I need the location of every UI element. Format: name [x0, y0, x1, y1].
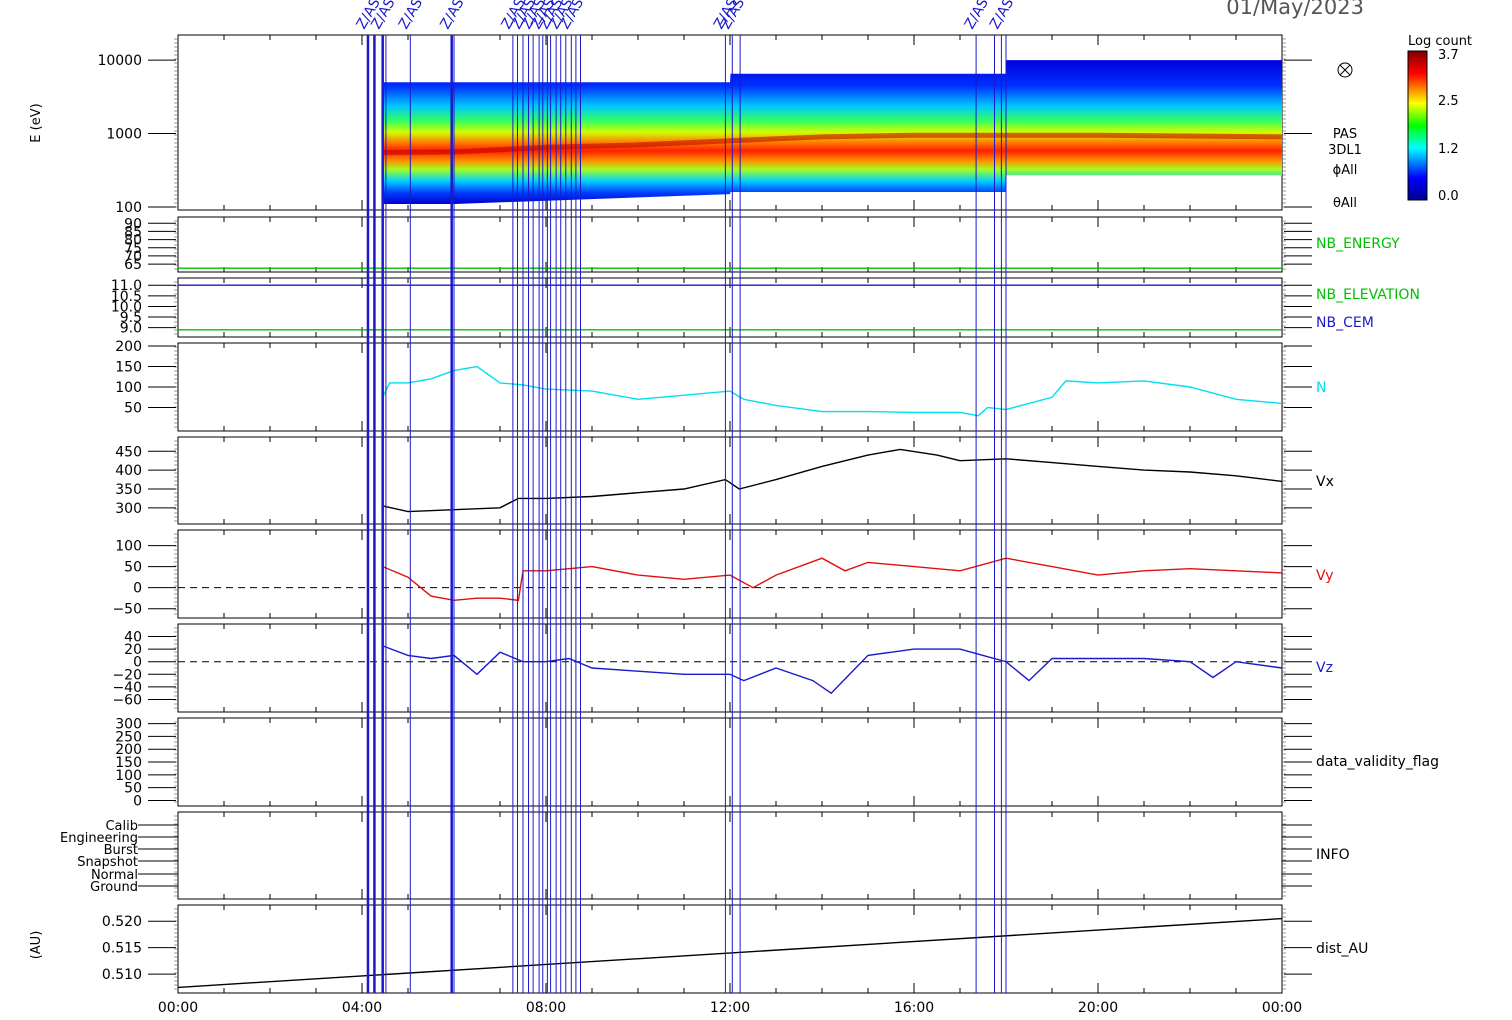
spectrogram-side-labels: PAS 3DL1 ϕAll θAll — [1328, 62, 1362, 211]
colorbar-title: Log count — [1408, 34, 1472, 49]
time-tick-label: 20:00 — [1078, 1000, 1118, 1016]
y-tick-label: 100 — [115, 200, 142, 216]
instrument-label: PAS — [1333, 127, 1357, 142]
time-axis: 00:00 04:00 08:00 12:00 16:00 20:00 00:00 — [158, 1000, 1302, 1016]
plot-layer: 100001000100908580757065NB_ENERGY11.010.… — [60, 34, 1439, 994]
event-label: Z/AS — [396, 0, 426, 32]
series-label: INFO — [1316, 847, 1350, 863]
y-tick-label: 150 — [115, 360, 142, 376]
series-label: Vx — [1316, 474, 1334, 490]
y-tick-label: 0 — [133, 581, 142, 597]
event-label: Z/AS — [437, 0, 467, 32]
y-tick-label: 9.0 — [120, 321, 142, 337]
y-tick-label: 50 — [124, 401, 142, 417]
series-label: NB_ENERGY — [1316, 236, 1400, 252]
series-label: NB_CEM — [1316, 315, 1374, 331]
panel-frame — [177, 717, 1283, 807]
y-tick-label: 10000 — [97, 53, 142, 69]
product-label: 3DL1 — [1328, 143, 1362, 158]
time-tick-label: 08:00 — [526, 1000, 566, 1016]
spacecraft-direction-icon — [1337, 62, 1353, 78]
colorbar-tick: 0.0 — [1438, 189, 1459, 204]
time-tick-label: 16:00 — [894, 1000, 934, 1016]
series-label: Vy — [1316, 568, 1334, 584]
colorbar: Log count 3.7 2.5 1.2 0.0 — [1407, 34, 1472, 204]
y-tick-label: 300 — [115, 501, 142, 517]
y-tick-label: 65 — [124, 257, 142, 273]
y-tick-label: 200 — [115, 339, 142, 355]
y-tick-label: 0 — [133, 793, 142, 809]
time-tick-label: 00:00 — [158, 1000, 198, 1016]
colorbar-tick: 3.7 — [1438, 48, 1459, 63]
colorbar-gradient — [1407, 50, 1428, 201]
y-tick-label: 50 — [124, 560, 142, 576]
info-level-label: Ground — [90, 880, 138, 895]
series-label: data_validity_flag — [1316, 754, 1439, 770]
distance-axis-label: (AU) — [29, 931, 44, 960]
y-tick-label: −50 — [112, 602, 142, 618]
series-label: N — [1316, 380, 1326, 396]
y-tick-label: 1000 — [106, 127, 142, 143]
y-tick-label: 450 — [115, 444, 142, 460]
phi-label: ϕAll — [1333, 163, 1358, 178]
y-tick-label: 0.510 — [102, 967, 142, 983]
series-label: Vz — [1316, 660, 1333, 676]
y-tick-label: 0.515 — [102, 941, 142, 957]
event-label: Z/AS — [987, 0, 1017, 32]
panel-frame — [177, 623, 1283, 713]
y-tick-label: 100 — [115, 380, 142, 396]
time-tick-label: 00:00 — [1262, 1000, 1302, 1016]
energy-axis-label: E (eV) — [29, 103, 44, 142]
series-label: NB_ELEVATION — [1316, 287, 1420, 303]
panel-frame — [177, 342, 1283, 432]
y-tick-label: 100 — [115, 539, 142, 555]
panel-frame — [177, 904, 1283, 994]
series-label: dist_AU — [1316, 941, 1368, 957]
time-tick-label: 12:00 — [710, 1000, 750, 1016]
panel-frame — [177, 811, 1283, 900]
y-tick-label: 400 — [115, 463, 142, 479]
event-label: Z/AS — [962, 0, 992, 32]
series-line — [177, 917, 1283, 989]
panel-frame — [177, 436, 1283, 525]
y-tick-label: 350 — [115, 482, 142, 498]
theta-label: θAll — [1333, 196, 1357, 211]
colorbar-tick: 1.2 — [1438, 142, 1459, 157]
colorbar-tick: 2.5 — [1438, 94, 1459, 109]
y-tick-label: −60 — [112, 693, 142, 709]
date-title: 01/May/2023 — [1226, 0, 1364, 19]
time-tick-label: 04:00 — [342, 1000, 382, 1016]
y-tick-label: 0.520 — [102, 914, 142, 930]
solar-wind-plot: 01/May/2023 Log count 3.7 2.5 1.2 0.0 PA… — [29, 0, 1472, 1016]
